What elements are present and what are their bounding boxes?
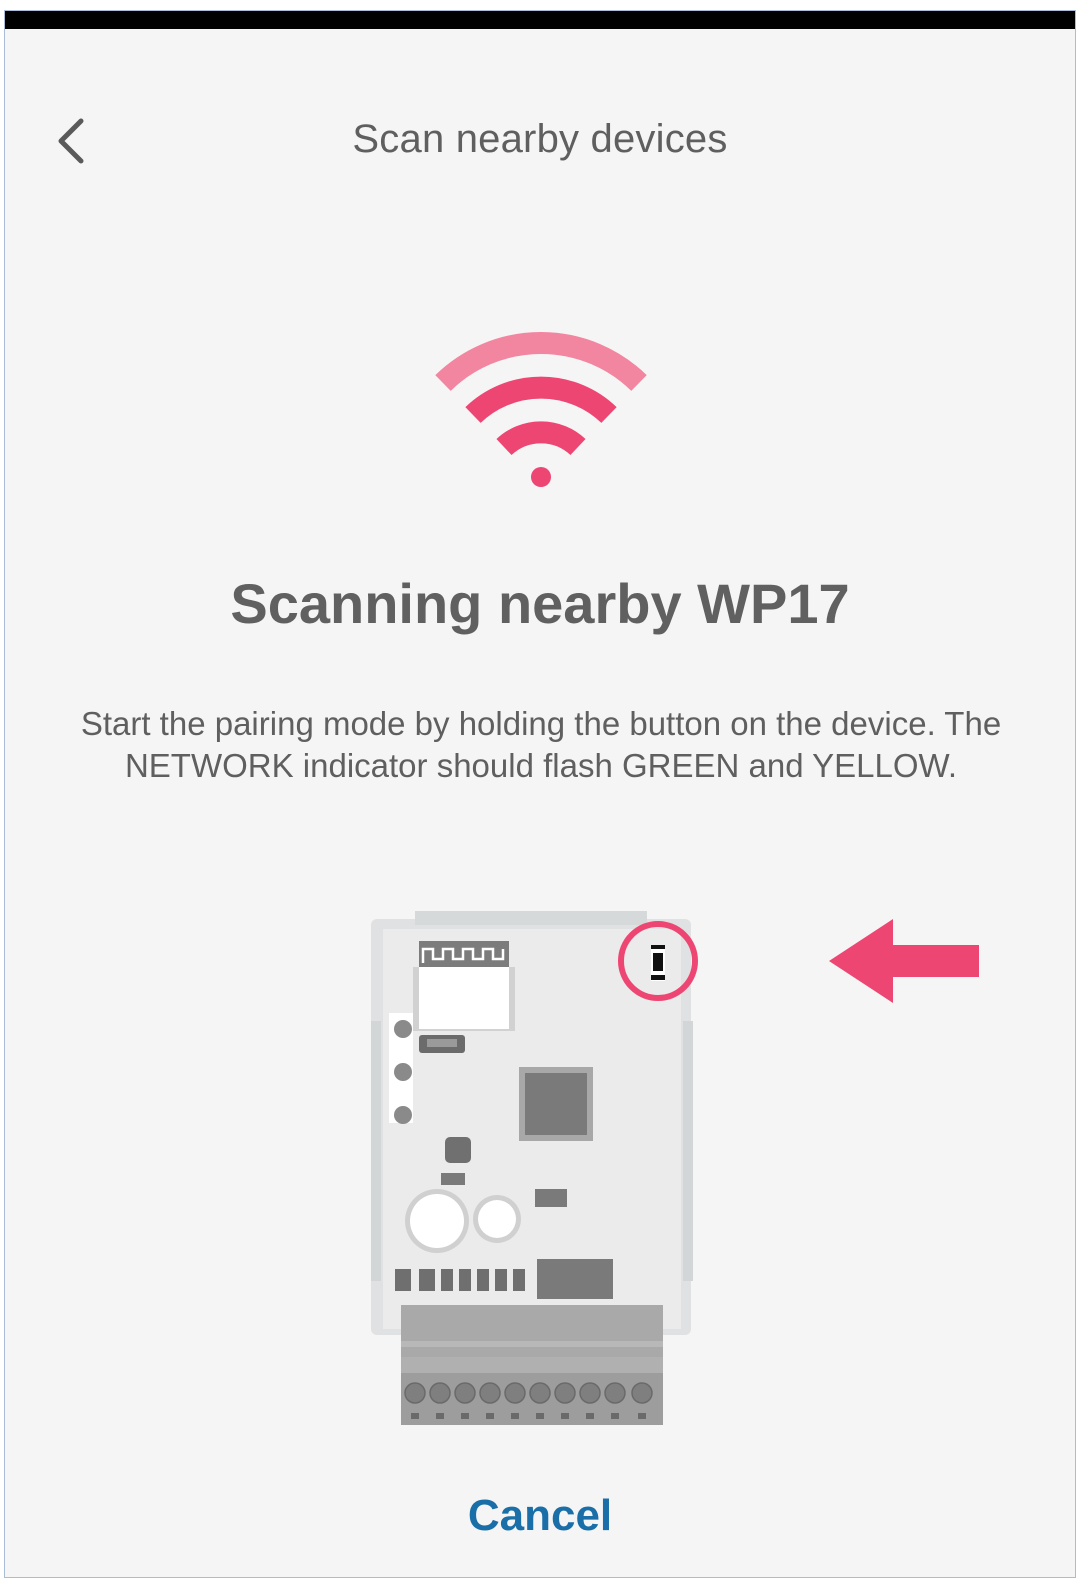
status-bar	[5, 11, 1075, 29]
wifi-icon	[435, 332, 647, 487]
app-screen: Scan nearby devices Scanning nearby WP17…	[4, 10, 1076, 1578]
arrow-left-icon	[829, 919, 979, 1003]
scanning-heading: Scanning nearby WP17	[230, 572, 850, 635]
pairing-instructions: Start the pairing mode by holding the bu…	[80, 705, 1002, 784]
device-board-image	[371, 911, 698, 1425]
page-title: Scan nearby devices	[352, 117, 728, 161]
cancel-button[interactable]: Cancel	[5, 1491, 1075, 1541]
